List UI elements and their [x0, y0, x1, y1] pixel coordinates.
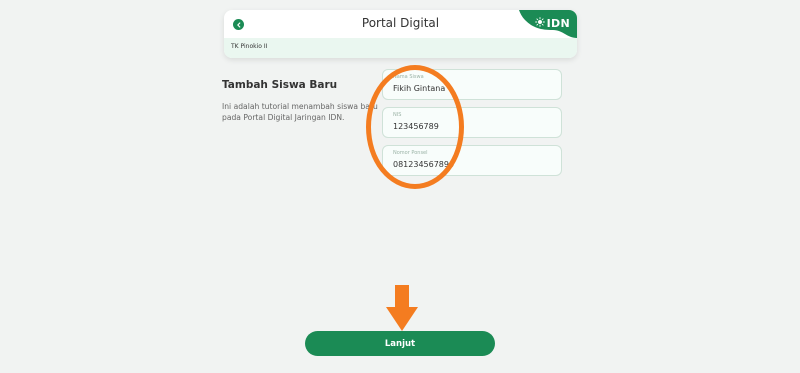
header-card: Portal Digital IDN TK Pinokio II — [224, 10, 577, 58]
brand-name: IDN — [546, 17, 570, 30]
school-name: TK Pinokio II — [231, 43, 268, 50]
school-bar: TK Pinokio II — [224, 38, 577, 58]
student-name-label: Nama Siswa — [393, 74, 424, 80]
section-description: Ini adalah tutorial menambah siswa baru … — [222, 102, 378, 122]
phone-field[interactable]: Nomor Ponsel 081234567890 — [382, 145, 562, 176]
sun-logo-icon — [534, 17, 545, 27]
arrow-down-icon — [386, 285, 418, 331]
phone-input[interactable]: 081234567890 — [393, 160, 553, 169]
student-name-input[interactable]: Fikih Gintana — [393, 84, 553, 93]
nis-label: NIS — [393, 112, 402, 118]
brand-logo: IDN — [534, 14, 570, 30]
section-title: Tambah Siswa Baru — [222, 79, 338, 91]
nis-input[interactable]: 123456789 — [393, 122, 553, 131]
header-bar: Portal Digital IDN — [224, 10, 577, 38]
phone-label: Nomor Ponsel — [393, 150, 428, 156]
page: Portal Digital IDN TK Pinokio II Tambah … — [0, 0, 800, 373]
student-name-field[interactable]: Nama Siswa Fikih Gintana — [382, 69, 562, 100]
continue-button[interactable]: Lanjut — [305, 331, 495, 356]
nis-field[interactable]: NIS 123456789 — [382, 107, 562, 138]
